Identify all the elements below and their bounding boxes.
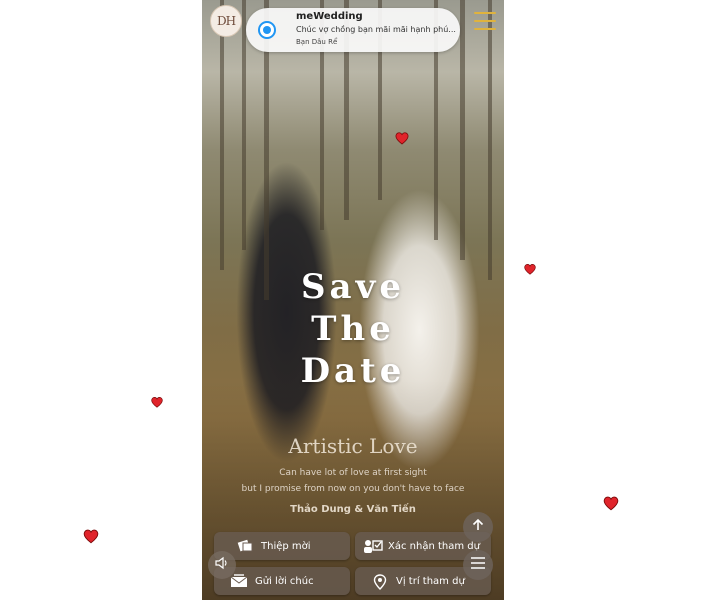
hero-subtitle: Artistic Love — [288, 434, 418, 458]
confirm-attendance-icon — [363, 539, 383, 553]
invitation-card-icon — [236, 539, 254, 553]
invitation-button[interactable]: Thiệp mời — [214, 532, 350, 560]
heart-icon — [395, 132, 409, 145]
map-pin-icon — [371, 574, 389, 590]
couple-names: Thảo Dung & Văn Tiến — [290, 504, 416, 515]
confirm-attendance-label: Xác nhận tham dự — [388, 540, 480, 552]
arrow-up-icon — [471, 518, 485, 536]
floating-menu-button[interactable] — [463, 550, 493, 580]
location-label: Vị trí tham dự — [396, 575, 465, 587]
invitation-label: Thiệp mời — [261, 540, 311, 552]
send-wishes-label: Gửi lời chúc — [255, 575, 314, 587]
envelope-icon — [230, 574, 248, 588]
monogram-logo[interactable]: DH — [210, 5, 242, 37]
notification-title: meWedding — [296, 11, 363, 22]
notification-sender: Bạn Dâu Rể — [296, 38, 338, 46]
speaker-icon — [214, 556, 230, 574]
wish-notification[interactable]: meWedding Chúc vợ chồng bạn mãi mãi hạnh… — [246, 8, 460, 52]
audio-toggle-button[interactable] — [208, 551, 236, 579]
quote-line-2: but I promise from now on you don't have… — [241, 484, 465, 494]
hamburger-menu-icon[interactable] — [474, 12, 496, 30]
heart-icon — [151, 397, 163, 408]
scroll-top-button[interactable] — [463, 512, 493, 542]
quote-line-1: Can have lot of love at first sight — [279, 468, 427, 478]
save-the-date-title: Save The Date — [202, 266, 504, 392]
notification-message: Chúc vợ chồng bạn mãi mãi hạnh phú... — [296, 25, 456, 34]
logo-initials: DH — [216, 14, 236, 28]
save-the-date-text: Save The Date — [300, 267, 406, 391]
heart-icon — [603, 496, 619, 511]
heart-icon — [524, 264, 536, 275]
radio-selected-icon — [258, 21, 276, 39]
page: DH meWedding Chúc vợ chồng bạn mãi mãi h… — [0, 0, 709, 600]
hamburger-icon — [470, 557, 486, 573]
heart-icon — [83, 529, 99, 544]
